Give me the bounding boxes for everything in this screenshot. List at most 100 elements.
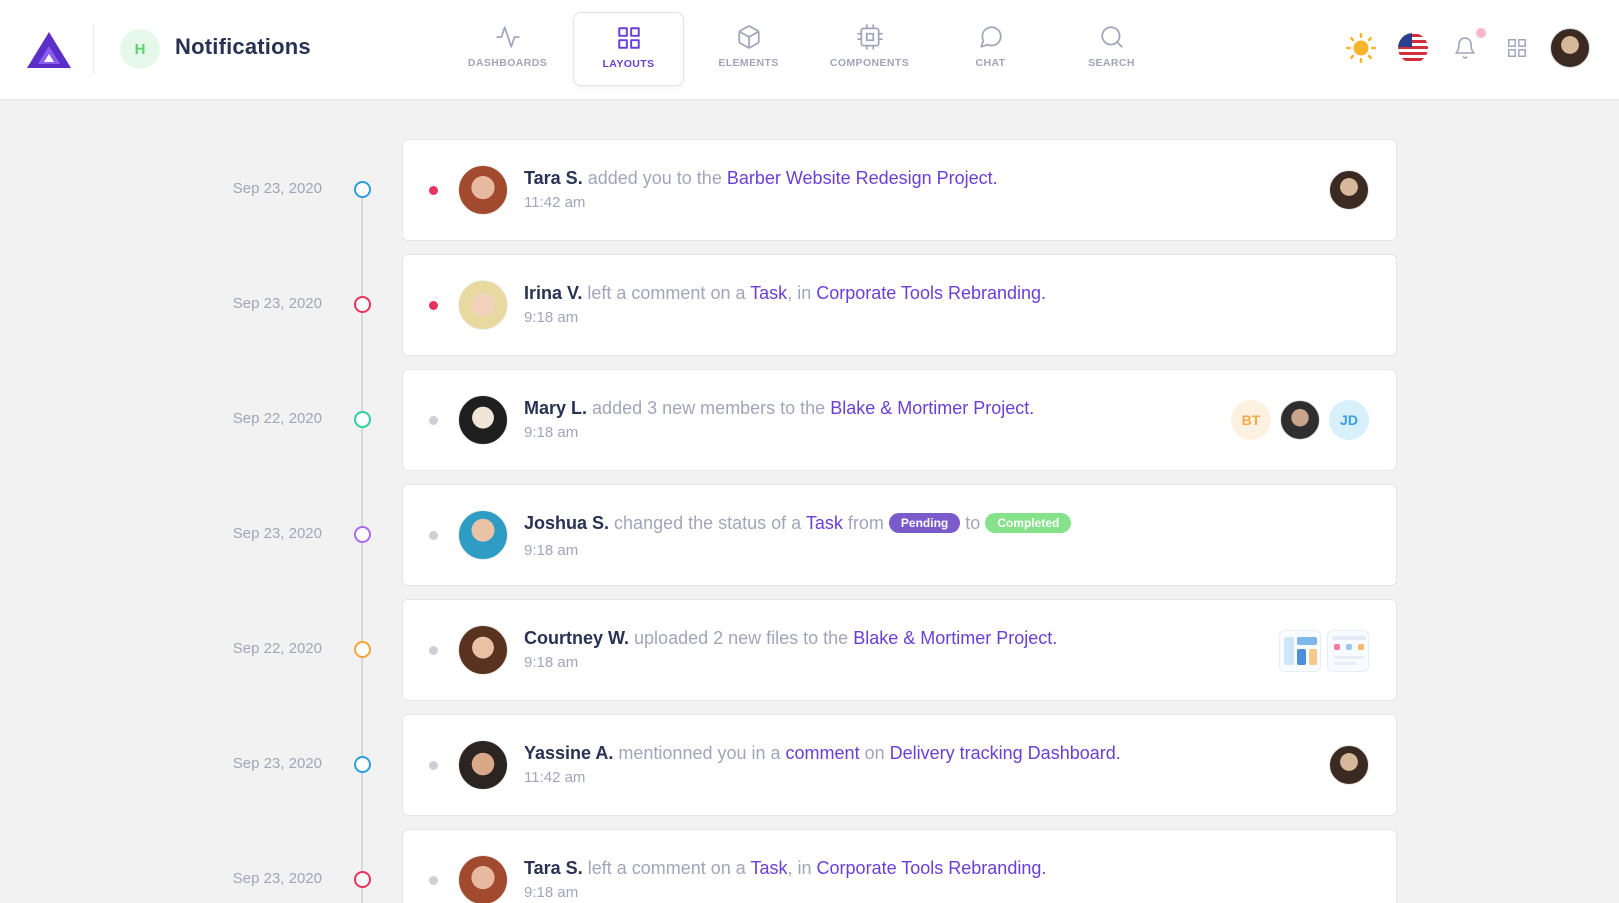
project-link[interactable]: Blake & Mortimer Project — [853, 628, 1052, 648]
member-avatar-initials[interactable]: BT — [1231, 400, 1271, 440]
task-link[interactable]: Task — [750, 283, 787, 303]
action-text: left a comment on a — [587, 283, 746, 303]
status-badge-pending: Pending — [888, 513, 961, 533]
grid-icon — [617, 27, 640, 49]
connector-text: to — [965, 513, 981, 533]
action-text: added you to the — [587, 168, 722, 188]
punctuation: . — [1041, 283, 1047, 303]
top-navbar: H Notifications DASHBOARDS LAYOUTS ELEME… — [0, 0, 1619, 100]
avatar[interactable] — [1329, 170, 1369, 210]
timeline-date: Sep 23, 2020 — [232, 295, 322, 312]
project-link[interactable]: Delivery tracking Dashboard — [890, 743, 1116, 763]
brand-logo[interactable] — [25, 30, 73, 70]
timeline-date: Sep 22, 2020 — [232, 640, 322, 657]
comment-link[interactable]: comment — [786, 743, 860, 763]
file-thumbnail[interactable] — [1327, 630, 1369, 672]
nav-layouts[interactable]: LAYOUTS — [573, 12, 684, 86]
notification-text: Yassine A. mentionned you in a comment o… — [524, 743, 1121, 764]
workspace-avatar[interactable]: H — [120, 29, 160, 69]
box-icon — [737, 25, 760, 49]
read-dot — [429, 646, 438, 655]
read-dot — [429, 761, 438, 770]
timeline-date: Sep 23, 2020 — [232, 870, 322, 887]
nav-dashboards[interactable]: DASHBOARDS — [452, 12, 563, 86]
timeline-date: Sep 23, 2020 — [232, 755, 322, 772]
user-name[interactable]: Courtney W. — [524, 628, 629, 648]
project-link[interactable]: Corporate Tools Rebranding — [817, 858, 1042, 878]
punctuation: . — [1029, 398, 1035, 418]
avatar — [458, 855, 508, 903]
timeline-date: Sep 22, 2020 — [232, 410, 322, 427]
nav-label: COMPONENTS — [829, 57, 910, 69]
nav-chat[interactable]: CHAT — [935, 12, 1046, 86]
punctuation: . — [1115, 743, 1121, 763]
search-icon — [1100, 26, 1123, 48]
notification-text: Tara S. added you to the Barber Website … — [524, 168, 998, 189]
action-text: left a comment on a — [587, 858, 746, 878]
notification-card[interactable]: Tara S. left a comment on a Task, in Cor… — [402, 829, 1397, 903]
unread-dot — [429, 186, 438, 195]
nav-label: SEARCH — [1088, 57, 1135, 69]
file-thumbnail[interactable] — [1279, 630, 1321, 672]
notification-card[interactable]: Joshua S. changed the status of a Task f… — [402, 484, 1397, 586]
punctuation: . — [992, 168, 998, 188]
user-avatar[interactable] — [1550, 28, 1590, 68]
notification-time: 11:42 am — [524, 769, 586, 786]
user-name[interactable]: Tara S. — [524, 168, 583, 188]
timeline-date: Sep 23, 2020 — [232, 180, 322, 197]
project-link[interactable]: Blake & Mortimer Project — [830, 398, 1029, 418]
avatar[interactable] — [1329, 745, 1369, 785]
theme-toggle[interactable] — [1343, 30, 1379, 66]
apps-button[interactable] — [1499, 30, 1535, 66]
project-link[interactable]: Barber Website Redesign Project — [727, 168, 993, 188]
header-divider — [93, 24, 94, 74]
nav-label: DASHBOARDS — [467, 57, 548, 69]
action-text: added 3 new members to the — [592, 398, 826, 418]
action-text: mentionned you in a — [618, 743, 781, 763]
user-name[interactable]: Mary L. — [524, 398, 587, 418]
nav-search[interactable]: SEARCH — [1056, 12, 1167, 86]
timeline-dot — [354, 871, 371, 888]
timeline-dot — [354, 296, 371, 313]
notification-text: Joshua S. changed the status of a Task f… — [524, 513, 1072, 534]
connector-text: , in — [787, 858, 812, 878]
notification-card[interactable]: Courtney W. uploaded 2 new files to the … — [402, 599, 1397, 701]
read-dot — [429, 531, 438, 540]
nav-label: LAYOUTS — [602, 58, 655, 70]
notification-time: 9:18 am — [524, 884, 579, 901]
project-link[interactable]: Corporate Tools Rebranding — [816, 283, 1041, 303]
user-name[interactable]: Joshua S. — [524, 513, 609, 533]
task-link[interactable]: Task — [751, 858, 788, 878]
task-link[interactable]: Task — [806, 513, 843, 533]
notification-time: 9:18 am — [524, 424, 579, 441]
notification-card[interactable]: Mary L. added 3 new members to the Blake… — [402, 369, 1397, 471]
page-title: Notifications — [175, 34, 311, 59]
user-name[interactable]: Yassine A. — [524, 743, 613, 763]
nav-label: CHAT — [975, 57, 1006, 69]
notification-card[interactable]: Irina V. left a comment on a Task, in Co… — [402, 254, 1397, 356]
notification-badge — [1476, 28, 1486, 38]
notification-card[interactable]: Yassine A. mentionned you in a comment o… — [402, 714, 1397, 816]
bell-icon — [1455, 37, 1475, 59]
avatar — [458, 395, 508, 445]
timeline-dot — [354, 411, 371, 428]
user-name[interactable]: Tara S. — [524, 858, 583, 878]
language-selector[interactable] — [1395, 30, 1431, 66]
action-text: changed the status of a — [614, 513, 802, 533]
punctuation: . — [1052, 628, 1058, 648]
connector-text: from — [847, 513, 884, 533]
avatar — [458, 510, 508, 560]
member-avatar-initials[interactable]: JD — [1329, 400, 1369, 440]
nav-elements[interactable]: ELEMENTS — [693, 12, 804, 86]
timeline-dot — [354, 526, 371, 543]
us-flag-icon — [1398, 33, 1428, 63]
timeline-dot — [354, 641, 371, 658]
user-name[interactable]: Irina V. — [524, 283, 582, 303]
nav-components[interactable]: COMPONENTS — [814, 12, 925, 86]
punctuation: . — [1041, 858, 1047, 878]
cpu-icon — [856, 24, 883, 50]
member-avatar[interactable] — [1280, 400, 1320, 440]
connector-text: on — [864, 743, 885, 763]
timeline-date: Sep 23, 2020 — [232, 525, 322, 542]
notification-card[interactable]: Tara S. added you to the Barber Website … — [402, 139, 1397, 241]
